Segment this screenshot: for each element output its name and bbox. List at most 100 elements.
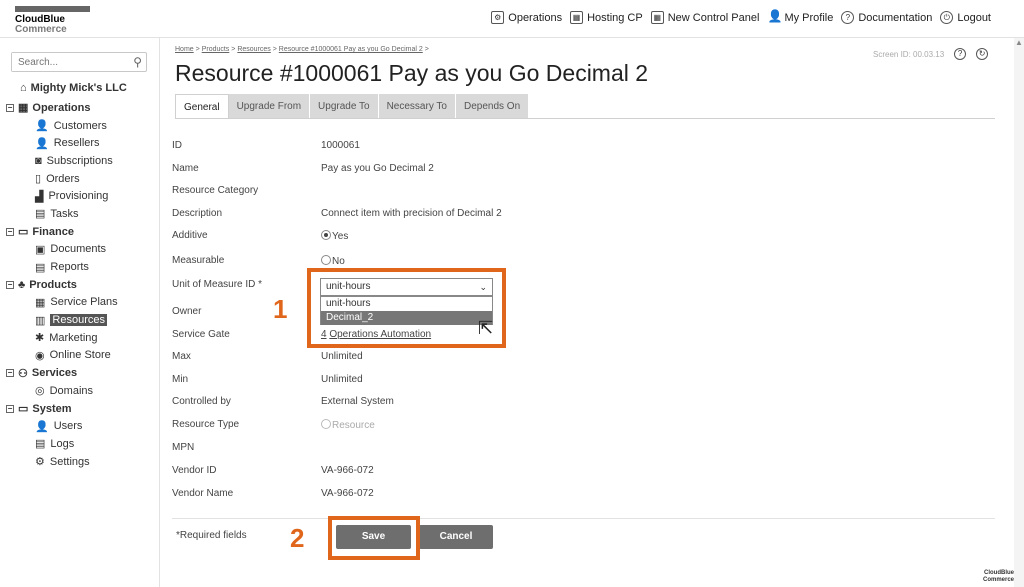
step-number-1: 1 <box>273 294 288 324</box>
name-label: Name <box>172 163 199 174</box>
group-products[interactable]: − ♣ Products <box>0 276 160 294</box>
scrollbar[interactable]: ▲ <box>1014 38 1024 587</box>
sidebar-item-tasks[interactable]: ▤ Tasks <box>0 205 160 223</box>
scroll-up-icon[interactable]: ▲ <box>1014 38 1024 47</box>
subscriptions-icon: ◙ <box>35 154 42 167</box>
sidebar-item-provisioning[interactable]: ▟ Provisioning <box>0 187 160 205</box>
gate-label: Service Gate <box>172 329 230 340</box>
top-bar: CloudBlue Commerce ⚙ Operations ▦ Hosting … <box>0 0 1024 38</box>
crumb-resources[interactable]: Resources <box>237 46 270 53</box>
sidebar-item-logs[interactable]: ▤ Logs <box>0 435 160 453</box>
store-icon: ◉ <box>35 349 45 362</box>
crumb-current[interactable]: Resource #1000061 Pay as you Go Decimal … <box>279 46 423 53</box>
sidebar-item-reports[interactable]: ▤ Reports <box>0 258 160 276</box>
controlled-label: Controlled by <box>172 396 231 407</box>
sidebar-search: ⚲ <box>11 52 147 72</box>
highlight-box-step2 <box>328 516 420 560</box>
max-label: Max <box>172 351 191 362</box>
nav-logout[interactable]: ⏻ Logout <box>940 11 991 24</box>
account-name[interactable]: ⌂ Mighty Mick's LLC <box>20 82 127 94</box>
collapse-icon[interactable]: − <box>6 103 14 112</box>
sidebar-item-marketing[interactable]: ✱ Marketing <box>0 329 160 347</box>
group-finance[interactable]: − ▭ Finance <box>0 223 160 241</box>
sidebar-item-orders[interactable]: ▯ Orders <box>0 170 160 188</box>
nav-my-profile[interactable]: 👤 My Profile <box>767 10 833 24</box>
home-icon: ⌂ <box>20 82 27 94</box>
resources-icon: ▥ <box>35 314 46 327</box>
tab-general[interactable]: General <box>175 94 229 119</box>
collapse-icon[interactable]: − <box>6 369 14 378</box>
nav-new-control-panel[interactable]: ▦ New Control Panel <box>650 11 759 24</box>
cancel-button[interactable]: Cancel <box>419 525 493 549</box>
sidebar-item-resources[interactable]: ▥ Resources <box>0 311 160 329</box>
type-value: Resource <box>321 419 375 435</box>
sidebar-item-resellers[interactable]: 👤 Resellers <box>0 134 160 152</box>
nav-hosting-cp[interactable]: ▦ Hosting CP <box>570 11 643 24</box>
mouse-cursor-icon: ⇱ <box>478 318 494 338</box>
refresh-icon[interactable]: ↻ <box>976 48 989 60</box>
category-label: Resource Category <box>172 185 259 196</box>
user-icon: 👤 <box>35 420 49 433</box>
tab-depends-on[interactable]: Depends On <box>455 94 530 119</box>
sidebar-item-domains[interactable]: ◎ Domains <box>0 382 160 400</box>
logs-icon: ▤ <box>35 438 46 451</box>
vendor-name-value: VA-966-072 <box>321 488 374 499</box>
power-icon: ⏻ <box>940 11 954 24</box>
docs-icon: ? <box>841 11 855 24</box>
sidebar: ⚲ ⌂Mighty Mick's LLC −▦Operations 👤Custo… <box>0 38 160 587</box>
operations-icon: ▦ <box>18 102 29 115</box>
sidebar-item-service-plans[interactable]: ▦ Service Plans <box>0 294 160 312</box>
provisioning-icon: ▟ <box>35 190 44 203</box>
sidebar-item-online-store[interactable]: ◉ Online Store <box>0 347 160 365</box>
help-icon[interactable]: ? <box>954 48 967 60</box>
group-system[interactable]: − ▭ System <box>0 400 160 418</box>
user-icon: 👤 <box>35 137 49 150</box>
tab-bar: General Upgrade From Upgrade To Necessar… <box>175 94 530 119</box>
collapse-icon[interactable]: − <box>6 280 14 289</box>
sidebar-item-settings[interactable]: ⚙ Settings <box>0 453 160 471</box>
tab-upgrade-to[interactable]: Upgrade To <box>310 94 379 119</box>
nav-documentation[interactable]: ? Documentation <box>841 11 932 24</box>
description-label: Description <box>172 208 223 219</box>
min-value: Unlimited <box>321 374 363 385</box>
service-plans-icon: ▦ <box>35 296 46 309</box>
system-icon: ▭ <box>18 403 29 416</box>
sidebar-item-documents[interactable]: ▣ Documents <box>0 241 160 259</box>
footer-logo: CloudBlue Commerce <box>982 570 1014 583</box>
id-value: 1000061 <box>321 140 360 151</box>
search-icon[interactable]: ⚲ <box>133 55 142 69</box>
additive-label: Additive <box>172 230 208 241</box>
crumb-products[interactable]: Products <box>202 46 230 53</box>
uom-label: Unit of Measure ID * <box>172 279 263 290</box>
tab-necessary-to[interactable]: Necessary To <box>378 94 456 119</box>
mpn-label: MPN <box>172 442 195 453</box>
highlight-box-step1 <box>307 268 506 348</box>
nav-tree: − ▦ Operations 👤 Customers 👤 Resellers ◙ Subs… <box>0 99 160 470</box>
group-operations[interactable]: − ▦ Operations <box>0 99 160 117</box>
unchecked-radio-icon <box>321 255 331 265</box>
crumb-home[interactable]: Home <box>175 46 194 53</box>
step-number-2: 2 <box>290 523 305 553</box>
collapse-icon[interactable]: − <box>6 404 14 413</box>
required-note: *Required fields <box>176 530 247 541</box>
sidebar-item-subscriptions[interactable]: ◙ Subscriptions <box>0 152 160 170</box>
nav-operations[interactable]: ⚙ Operations <box>491 11 562 24</box>
sidebar-item-users[interactable]: 👤 Users <box>0 417 160 435</box>
form-divider <box>172 518 995 519</box>
user-icon: 👤 <box>35 120 49 133</box>
documents-icon: ▣ <box>35 243 46 256</box>
search-input[interactable] <box>12 53 122 71</box>
max-value: Unlimited <box>321 351 363 362</box>
sidebar-item-customers[interactable]: 👤 Customers <box>0 117 160 135</box>
group-services[interactable]: − ⚇ Services <box>0 364 160 382</box>
operations-icon: ⚙ <box>491 11 505 24</box>
breadcrumb: Home > Products > Resources > Resource #… <box>175 46 429 53</box>
panel-icon: ▦ <box>650 11 664 24</box>
cloudblue-logo[interactable]: CloudBlue Commerce <box>15 6 95 35</box>
tab-upgrade-from[interactable]: Upgrade From <box>228 94 311 119</box>
marketing-icon: ✱ <box>35 332 45 345</box>
vendor-id-value: VA-966-072 <box>321 465 374 476</box>
brand-line2: Commerce <box>15 24 67 35</box>
collapse-icon[interactable]: − <box>6 227 14 236</box>
page-title: Resource #1000061 Pay as you Go Decimal … <box>175 60 649 86</box>
